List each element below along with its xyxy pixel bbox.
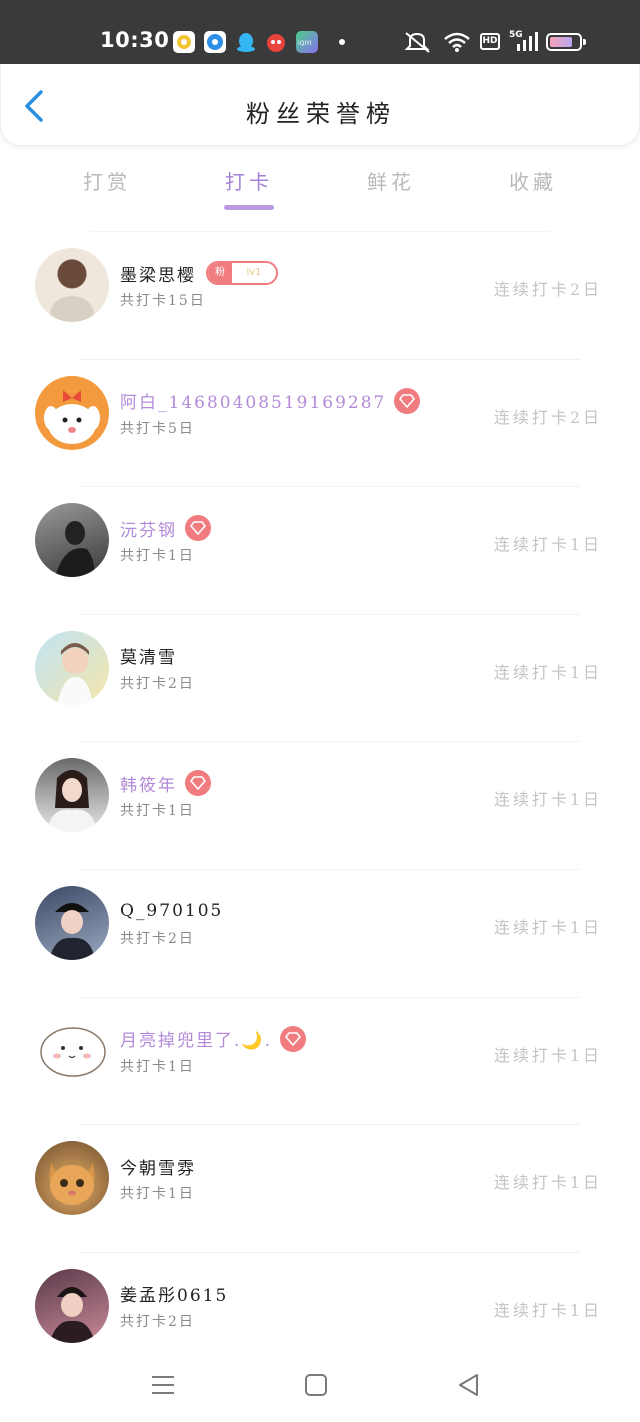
list-item[interactable]: 沅芬钢 共打卡1日 连续打卡1日 [0, 487, 640, 615]
active-tab-indicator [224, 205, 274, 210]
qq-icon [235, 31, 257, 53]
user-name: 姜孟彤0615 [120, 1286, 229, 1307]
streak-checkins: 连续打卡1日 [493, 662, 602, 682]
tab-favorites[interactable]: 收藏 [478, 166, 588, 195]
total-checkins: 共打卡1日 [120, 1058, 195, 1075]
home-icon[interactable] [301, 1370, 331, 1400]
app-icon-red [265, 31, 287, 53]
list-item[interactable]: 韩筱年 共打卡1日 连续打卡1日 [0, 742, 640, 870]
tab-bar: 打赏 打卡 鲜花 收藏 [0, 158, 640, 214]
avatar [35, 1268, 109, 1343]
streak-checkins: 连续打卡2日 [493, 407, 602, 427]
list-item[interactable]: 今朝雪雰 共打卡1日 连续打卡1日 [0, 1125, 640, 1253]
svg-text:iQIYI: iQIYI [298, 40, 312, 47]
hd-icon: HD [480, 33, 500, 50]
streak-checkins: 连续打卡1日 [493, 535, 602, 555]
status-bar: 10:30 iQIYI HD 5G [0, 0, 640, 64]
user-name: 墨梁思樱 [120, 265, 196, 286]
total-checkins: 共打卡15日 [120, 293, 206, 309]
streak-checkins: 连续打卡1日 [493, 790, 602, 810]
total-checkins: 共打卡2日 [120, 930, 195, 947]
list-item[interactable]: Q_970105 共打卡2日 连续打卡1日 [0, 870, 640, 998]
diamond-icon [185, 515, 211, 542]
fan-level-badge: 粉 lv1 [206, 261, 278, 285]
user-name: 今朝雪雰 [120, 1158, 196, 1179]
user-name: 月亮掉兜里了.🌙. [120, 1031, 272, 1052]
diamond-icon [394, 387, 421, 414]
avatar [35, 1013, 109, 1088]
user-name: 莫清雪 [120, 648, 177, 669]
total-checkins: 共打卡2日 [120, 1313, 195, 1330]
menu-icon[interactable] [148, 1370, 178, 1400]
tab-flowers[interactable]: 鲜花 [336, 166, 446, 195]
streak-checkins: 连续打卡1日 [493, 1045, 602, 1065]
battery-icon [546, 33, 582, 51]
streak-checkins: 连续打卡1日 [493, 1173, 602, 1193]
avatar [35, 885, 109, 960]
fan-badge-label: 粉 [208, 263, 232, 283]
fan-badge-level: lv1 [246, 267, 262, 278]
total-checkins: 共打卡1日 [120, 1186, 195, 1203]
back-triangle-icon[interactable] [454, 1370, 484, 1400]
wifi-icon [443, 30, 471, 54]
app-header: 粉丝荣誉榜 [0, 64, 640, 146]
total-checkins: 共打卡2日 [120, 675, 195, 692]
avatar [35, 248, 109, 322]
checkin-ranking-list: 墨梁思樱 粉 lv1 共打卡15日 连续打卡2日 阿白_146804085191… [0, 232, 640, 1380]
app-icon-yellow [173, 31, 195, 53]
page-title: 粉丝荣誉榜 [246, 100, 396, 128]
diamond-icon [185, 770, 211, 797]
avatar [35, 630, 109, 705]
status-time: 10:30 [100, 28, 170, 52]
system-nav-bar [0, 1352, 640, 1422]
user-name: 韩筱年 [120, 775, 177, 796]
mute-icon [402, 30, 432, 54]
streak-checkins: 连续打卡1日 [493, 917, 602, 937]
signal-icon [514, 32, 538, 56]
iqiyi-icon: iQIYI [296, 31, 318, 53]
app-icon-blue [204, 31, 226, 53]
user-name: 阿白_14680408519169287 [120, 393, 387, 414]
user-name: 沅芬钢 [120, 520, 177, 541]
avatar [35, 1141, 109, 1216]
tab-checkin[interactable]: 打卡 [194, 166, 304, 195]
battery-tip [583, 39, 586, 45]
diamond-icon [279, 1025, 306, 1052]
total-checkins: 共打卡5日 [120, 420, 195, 437]
total-checkins: 共打卡1日 [120, 548, 195, 565]
list-item[interactable]: 墨梁思樱 粉 lv1 共打卡15日 连续打卡2日 [0, 232, 640, 360]
tab-reward[interactable]: 打赏 [52, 166, 162, 195]
list-item[interactable]: 月亮掉兜里了.🌙. 共打卡1日 连续打卡1日 [0, 998, 640, 1126]
list-item[interactable]: 阿白_14680408519169287 共打卡5日 连续打卡2日 [0, 360, 640, 488]
avatar [35, 758, 109, 833]
notification-dot [339, 39, 345, 45]
list-item[interactable]: 莫清雪 共打卡2日 连续打卡1日 [0, 615, 640, 743]
streak-checkins: 连续打卡2日 [493, 280, 602, 299]
avatar [35, 375, 109, 450]
avatar [35, 503, 109, 578]
streak-checkins: 连续打卡1日 [493, 1300, 602, 1320]
user-name: Q_970105 [120, 900, 224, 921]
total-checkins: 共打卡1日 [120, 803, 195, 820]
